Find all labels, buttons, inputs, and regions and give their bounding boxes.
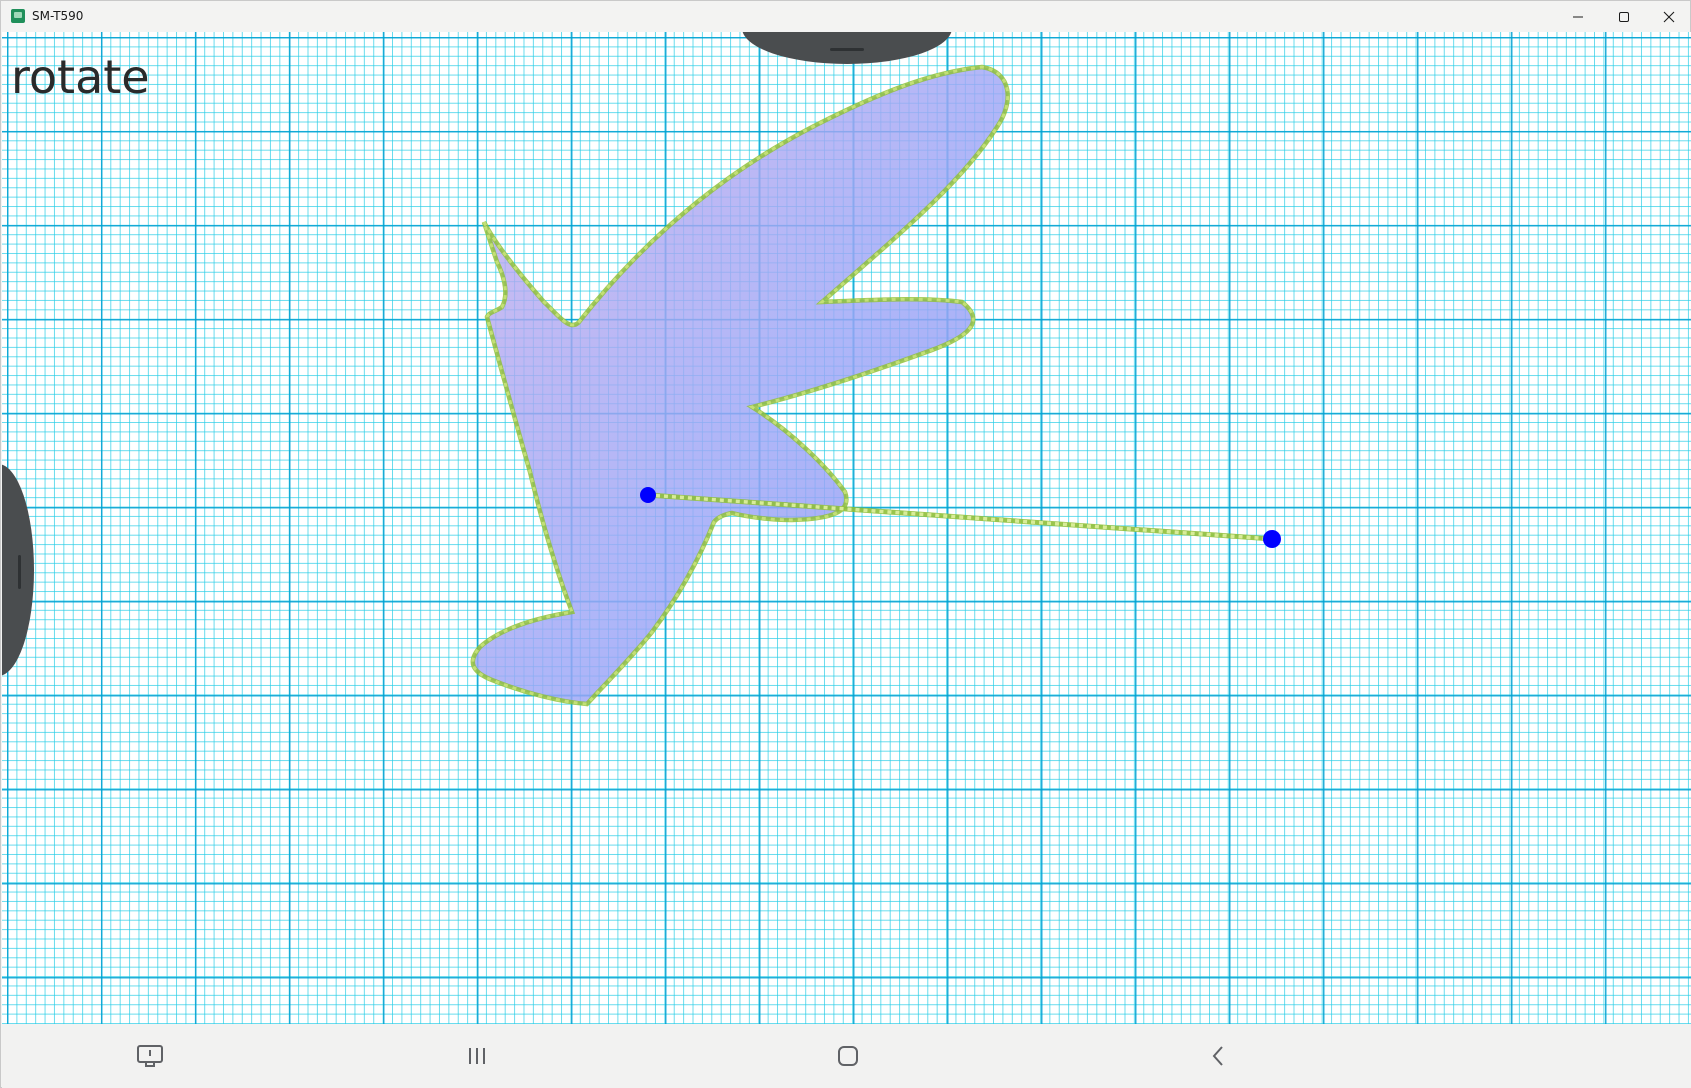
minimize-icon	[1573, 16, 1583, 17]
maximize-button[interactable]	[1601, 1, 1647, 32]
rotation-handle-point[interactable]	[1263, 530, 1281, 548]
minimize-button[interactable]	[1555, 1, 1601, 32]
shape-layer	[470, 64, 1281, 707]
close-icon	[1663, 11, 1675, 22]
emulator-window: SM-T590 rotate	[0, 0, 1691, 1088]
rotation-center-point[interactable]	[640, 487, 656, 503]
window-title: SM-T590	[32, 9, 84, 23]
close-button[interactable]	[1646, 1, 1691, 32]
home-button[interactable]	[826, 1034, 870, 1078]
screenshot-icon	[137, 1045, 163, 1067]
recent-apps-icon	[469, 1048, 485, 1064]
drawing-canvas[interactable]: rotate	[2, 32, 1691, 1024]
title-bar[interactable]: SM-T590	[1, 1, 1690, 32]
back-icon	[1212, 1046, 1223, 1066]
app-icon	[11, 9, 25, 23]
home-icon	[838, 1046, 858, 1066]
android-nav-bar	[2, 1024, 1691, 1088]
back-button[interactable]	[1196, 1034, 1240, 1078]
rotated-shape[interactable]	[472, 67, 1008, 704]
maximize-icon	[1619, 11, 1629, 22]
recent-apps-button[interactable]	[455, 1034, 499, 1078]
screenshot-button[interactable]	[128, 1034, 172, 1078]
